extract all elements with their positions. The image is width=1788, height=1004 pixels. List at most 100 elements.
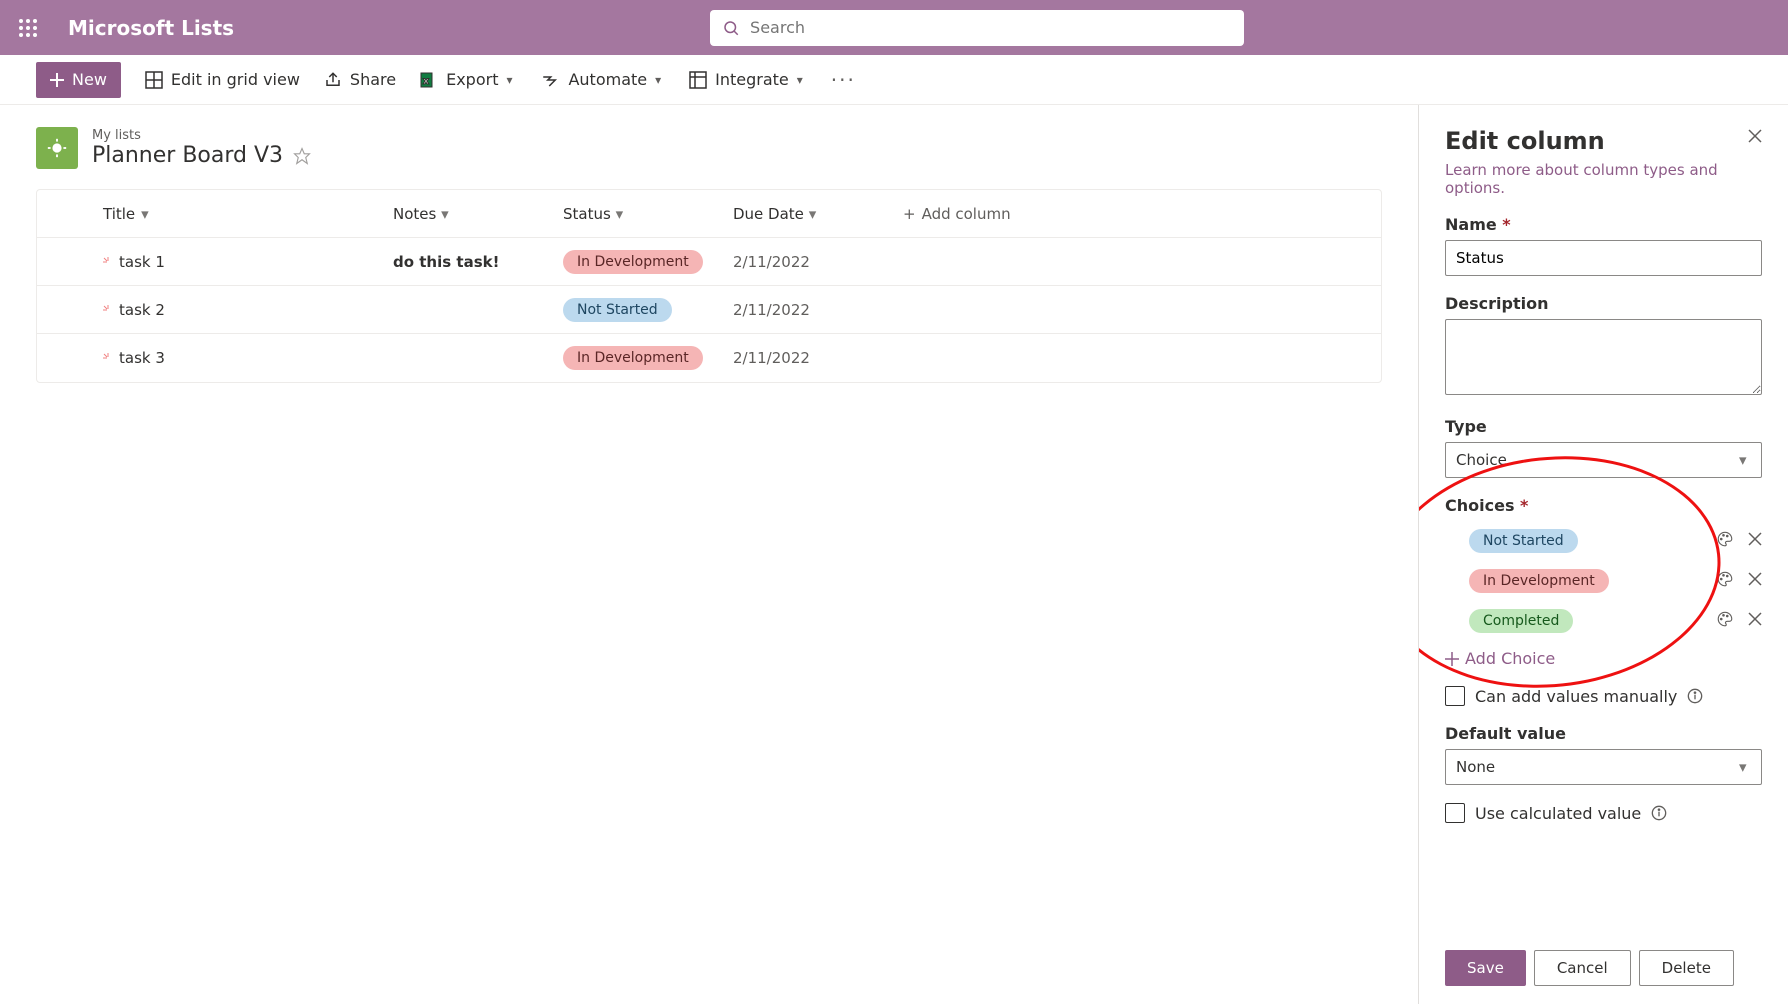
table-row[interactable]: task 2 Not Started 2/11/2022 [37,286,1381,334]
status-badge: Not Started [563,298,672,322]
search-box[interactable] [710,10,1244,46]
column-description-input[interactable] [1445,319,1762,395]
integrate-button[interactable]: Integrate ▾ [689,70,807,89]
table-row[interactable]: task 3 In Development 2/11/2022 [37,334,1381,382]
list-title: Planner Board V3 [92,143,283,168]
chevron-down-icon: ▾ [616,205,624,223]
save-button[interactable]: Save [1445,950,1526,986]
choice-row: Completed [1445,601,1762,641]
grid-icon [145,71,163,89]
calculated-value-label: Use calculated value [1475,804,1641,823]
info-icon[interactable] [1687,688,1703,704]
chevron-down-icon: ▾ [441,205,449,223]
column-type-select[interactable]: Choice ▾ [1445,442,1762,478]
chevron-down-icon: ▾ [506,73,516,87]
add-choice-button[interactable]: Add Choice [1445,649,1762,668]
export-label: Export [446,70,498,89]
close-panel-button[interactable] [1748,127,1762,148]
learn-more-link[interactable]: Learn more about column types and option… [1445,161,1762,197]
item-burst-icon [103,353,113,363]
palette-icon [1716,610,1734,628]
column-header-status[interactable]: Status ▾ [563,205,733,223]
edit-grid-button[interactable]: Edit in grid view [145,70,300,89]
default-value-label: Default value [1445,724,1762,743]
choice-pill[interactable]: Not Started [1469,529,1578,553]
column-header-notes[interactable]: Notes ▾ [393,205,563,223]
new-button[interactable]: New [36,62,121,98]
chevron-down-icon: ▾ [141,205,153,223]
share-icon [324,71,342,89]
chevron-down-icon: ▾ [797,73,807,87]
edit-grid-label: Edit in grid view [171,70,300,89]
export-button[interactable]: x Export ▾ [420,70,516,89]
item-burst-icon [103,257,113,267]
status-badge: In Development [563,346,703,370]
cancel-button[interactable]: Cancel [1534,950,1631,986]
row-title: task 2 [119,301,165,319]
choice-color-button[interactable] [1716,570,1734,592]
automate-button[interactable]: Automate ▾ [540,70,665,89]
search-input[interactable] [750,18,1232,37]
row-notes: do this task! [393,253,563,271]
integrate-label: Integrate [715,70,789,89]
choice-remove-button[interactable] [1748,612,1762,630]
flow-icon [540,71,560,89]
plus-icon: + [903,205,916,223]
app-launcher-icon[interactable] [8,8,48,48]
search-icon [722,19,740,37]
choice-color-button[interactable] [1716,610,1734,632]
edit-column-panel: Edit column Learn more about column type… [1418,105,1788,1004]
choices-label: Choices [1445,496,1514,515]
data-grid: Title▾ Notes ▾ Status ▾ Due Date ▾ +Add … [36,189,1382,383]
column-header-due[interactable]: Due Date ▾ [733,205,903,223]
delete-button[interactable]: Delete [1639,950,1734,986]
breadcrumb[interactable]: My lists [92,128,311,143]
new-label: New [72,70,107,89]
favorite-star-icon[interactable] [293,147,311,165]
choice-remove-button[interactable] [1748,572,1762,590]
close-icon [1748,612,1762,626]
choice-remove-button[interactable] [1748,532,1762,550]
row-due-date: 2/11/2022 [733,253,903,271]
description-label: Description [1445,294,1762,313]
palette-icon [1716,570,1734,588]
share-label: Share [350,70,396,89]
column-name-input[interactable] [1445,240,1762,276]
row-due-date: 2/11/2022 [733,301,903,319]
add-column-button[interactable]: +Add column [903,205,1365,223]
excel-icon: x [420,71,438,89]
overflow-button[interactable]: ··· [831,68,856,92]
row-due-date: 2/11/2022 [733,349,903,367]
app-name: Microsoft Lists [68,16,234,40]
choice-color-button[interactable] [1716,530,1734,552]
type-label: Type [1445,417,1762,436]
chevron-down-icon: ▾ [1739,451,1751,469]
table-row[interactable]: task 1 do this task! In Development 2/11… [37,238,1381,286]
chevron-down-icon: ▾ [1739,758,1751,776]
choice-row: In Development [1445,561,1762,601]
chevron-down-icon: ▾ [809,205,817,223]
manual-values-checkbox[interactable] [1445,686,1465,706]
calculated-value-checkbox[interactable] [1445,803,1465,823]
panel-footer: Save Cancel Delete [1419,936,1788,1004]
row-title: task 3 [119,349,165,367]
choice-pill[interactable]: Completed [1469,609,1573,633]
integrate-icon [689,71,707,89]
automate-label: Automate [568,70,647,89]
info-icon[interactable] [1651,805,1667,821]
share-button[interactable]: Share [324,70,396,89]
name-label: Name [1445,215,1497,234]
grid-header-row: Title▾ Notes ▾ Status ▾ Due Date ▾ +Add … [37,190,1381,238]
manual-values-label: Can add values manually [1475,687,1677,706]
command-bar: New Edit in grid view Share x Export ▾ A… [0,55,1788,105]
column-header-title[interactable]: Title▾ [53,205,393,223]
suite-bar: Microsoft Lists [0,0,1788,55]
choice-pill[interactable]: In Development [1469,569,1609,593]
default-value-select[interactable]: None ▾ [1445,749,1762,785]
item-burst-icon [103,305,113,315]
svg-text:x: x [423,76,430,87]
list-logo-icon [36,127,78,169]
row-title: task 1 [119,253,165,271]
choice-row: Not Started [1445,521,1762,561]
close-icon [1748,572,1762,586]
